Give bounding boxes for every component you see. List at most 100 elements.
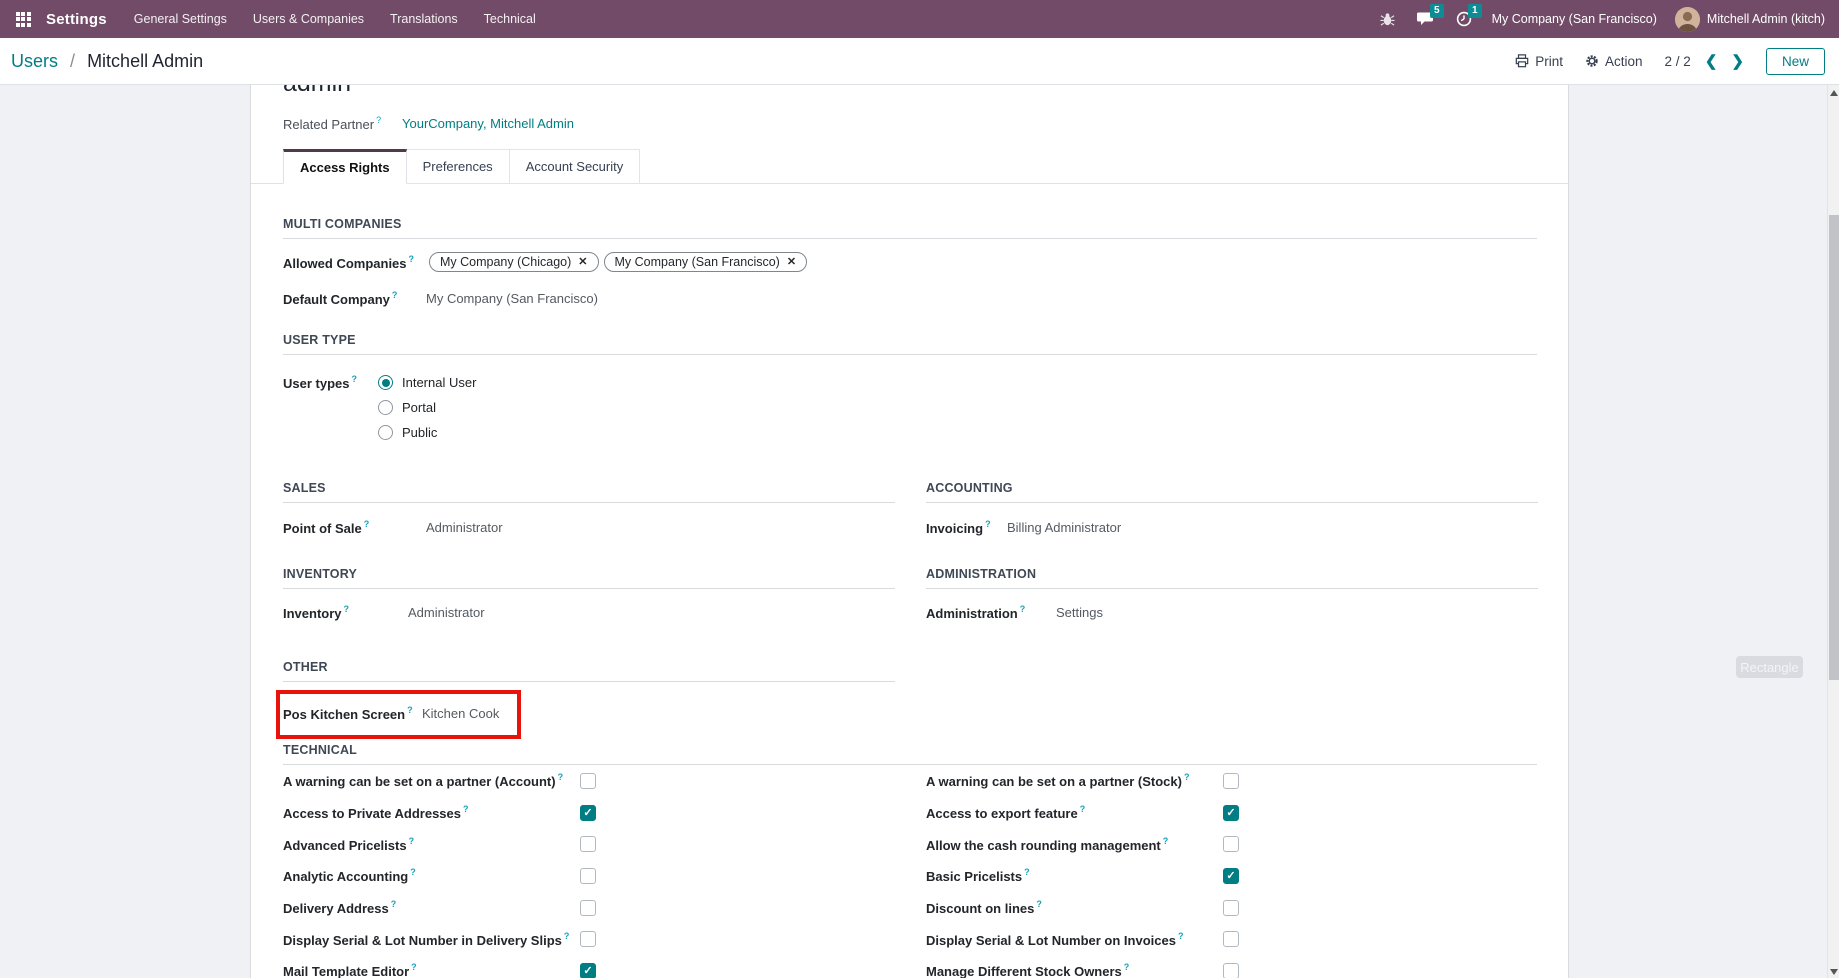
tech-label: Basic Pricelists? xyxy=(926,867,1030,885)
inventory-row: Inventory? Administrator xyxy=(283,602,485,622)
new-button[interactable]: New xyxy=(1765,47,1825,75)
help-icon: ? xyxy=(343,603,350,614)
tag-label: My Company (Chicago) xyxy=(440,255,572,269)
tab-access-rights[interactable]: Access Rights xyxy=(283,149,407,184)
company-tag[interactable]: My Company (Chicago) ✕ xyxy=(429,252,599,272)
tech-row: A warning can be set on a partner (Accou… xyxy=(283,765,596,797)
activities-clock-icon[interactable]: 1 xyxy=(1454,4,1482,28)
help-icon: ? xyxy=(410,867,416,878)
pos-kitchen-screen-row: Pos Kitchen Screen? Kitchen Cook xyxy=(283,703,499,723)
radio-option-public[interactable]: Public xyxy=(378,420,476,445)
help-icon: ? xyxy=(557,772,564,783)
menu-translations[interactable]: Translations xyxy=(377,0,471,38)
checkbox[interactable] xyxy=(580,962,596,978)
company-switcher[interactable]: My Company (San Francisco) xyxy=(1492,12,1657,26)
form-sheet: admin Related Partner? YourCompany, Mitc… xyxy=(250,85,1569,978)
section-technical: TECHNICAL xyxy=(283,743,1537,765)
checkbox[interactable] xyxy=(580,867,596,884)
pos-kitchen-screen-value[interactable]: Kitchen Cook xyxy=(422,706,499,721)
help-icon: ? xyxy=(1036,899,1042,910)
checkbox[interactable] xyxy=(1223,804,1239,821)
vertical-scrollbar[interactable] xyxy=(1827,85,1839,978)
pager-next-icon[interactable]: ❯ xyxy=(1731,52,1744,70)
radio-icon[interactable] xyxy=(378,400,393,415)
checkbox[interactable] xyxy=(580,772,596,789)
administration-value[interactable]: Settings xyxy=(1056,605,1103,620)
breadcrumb: Users / Mitchell Admin xyxy=(11,51,203,72)
checkbox[interactable] xyxy=(1223,899,1239,916)
tech-label: Allow the cash rounding management? xyxy=(926,835,1169,853)
point-of-sale-value[interactable]: Administrator xyxy=(426,520,503,535)
pager-previous-icon[interactable]: ❮ xyxy=(1705,52,1718,70)
checkbox[interactable] xyxy=(1223,962,1239,978)
main-menu: General Settings Users & Companies Trans… xyxy=(121,0,549,38)
apps-menu-icon[interactable] xyxy=(10,6,36,32)
help-icon: ? xyxy=(351,374,357,384)
tech-row: Analytic Accounting? xyxy=(283,860,596,892)
menu-general-settings[interactable]: General Settings xyxy=(121,0,240,38)
tab-account-security[interactable]: Account Security xyxy=(509,149,641,184)
breadcrumb-users-link[interactable]: Users xyxy=(11,51,58,71)
default-company-value[interactable]: My Company (San Francisco) xyxy=(426,291,598,306)
tab-preferences[interactable]: Preferences xyxy=(406,149,510,184)
tech-row: A warning can be set on a partner (Stock… xyxy=(926,765,1239,797)
activities-badge: 1 xyxy=(1468,4,1482,18)
pager-count: 2 / 2 xyxy=(1664,53,1691,69)
scroll-up-icon[interactable] xyxy=(1830,90,1838,96)
section-administration: ADMINISTRATION xyxy=(926,567,1538,589)
invoicing-value[interactable]: Billing Administrator xyxy=(1007,520,1121,535)
checkbox[interactable] xyxy=(1223,931,1239,948)
tech-row: Delivery Address? xyxy=(283,892,596,924)
radio-option-portal[interactable]: Portal xyxy=(378,395,476,420)
content-area: admin Related Partner? YourCompany, Mitc… xyxy=(0,85,1839,978)
radio-option-internal-user[interactable]: Internal User xyxy=(378,370,476,395)
checkbox[interactable] xyxy=(580,899,596,916)
checkbox[interactable] xyxy=(580,804,596,821)
action-button[interactable]: Action xyxy=(1585,54,1643,69)
radio-icon[interactable] xyxy=(378,375,393,390)
help-icon: ? xyxy=(411,962,417,973)
inventory-value[interactable]: Administrator xyxy=(408,605,485,620)
scrollbar-thumb[interactable] xyxy=(1829,215,1839,680)
help-icon: ? xyxy=(1183,772,1190,783)
related-partner-link[interactable]: YourCompany, Mitchell Admin xyxy=(402,116,574,131)
technical-left-column: A warning can be set on a partner (Accou… xyxy=(283,765,596,978)
section-sales: SALES xyxy=(283,481,895,503)
checkbox[interactable] xyxy=(580,931,596,948)
debug-bug-icon[interactable] xyxy=(1378,10,1398,28)
section-other: OTHER xyxy=(283,660,895,682)
help-icon: ? xyxy=(1162,835,1169,846)
help-icon: ? xyxy=(376,114,382,125)
annotation-rectangle-badge: Rectangle xyxy=(1736,656,1803,678)
tag-remove-icon[interactable]: ✕ xyxy=(578,256,587,268)
user-name: Mitchell Admin (kitch) xyxy=(1706,12,1825,26)
help-icon: ? xyxy=(391,289,398,300)
tech-label: Discount on lines? xyxy=(926,899,1042,917)
app-name[interactable]: Settings xyxy=(46,11,107,28)
default-company-label: Default Company? xyxy=(283,289,398,307)
tech-label: Manage Different Stock Owners? xyxy=(926,962,1130,978)
user-menu[interactable]: Mitchell Admin (kitch) xyxy=(1674,6,1825,32)
breadcrumb-current: Mitchell Admin xyxy=(87,50,204,71)
help-icon: ? xyxy=(985,518,991,529)
radio-icon[interactable] xyxy=(378,425,393,440)
section-multi-companies: MULTI COMPANIES xyxy=(283,217,1537,239)
technical-right-column: A warning can be set on a partner (Stock… xyxy=(926,765,1239,978)
messages-icon[interactable]: 5 xyxy=(1416,4,1444,28)
menu-users-companies[interactable]: Users & Companies xyxy=(240,0,377,38)
checkbox[interactable] xyxy=(1223,772,1239,789)
messages-badge: 5 xyxy=(1430,4,1444,18)
checkbox[interactable] xyxy=(1223,836,1239,853)
tech-label: Delivery Address? xyxy=(283,899,397,917)
tech-label: Display Serial & Lot Number on Invoices? xyxy=(926,930,1184,948)
scroll-down-icon[interactable] xyxy=(1830,969,1838,975)
tech-label: Mail Template Editor? xyxy=(283,962,417,978)
checkbox[interactable] xyxy=(580,836,596,853)
checkbox[interactable] xyxy=(1223,867,1239,884)
print-button[interactable]: Print xyxy=(1515,54,1563,69)
tag-remove-icon[interactable]: ✕ xyxy=(787,256,796,268)
company-tag[interactable]: My Company (San Francisco) ✕ xyxy=(603,252,808,272)
menu-technical[interactable]: Technical xyxy=(471,0,549,38)
tech-row: Allow the cash rounding management? xyxy=(926,828,1239,860)
tech-label: Access to export feature? xyxy=(926,804,1086,822)
